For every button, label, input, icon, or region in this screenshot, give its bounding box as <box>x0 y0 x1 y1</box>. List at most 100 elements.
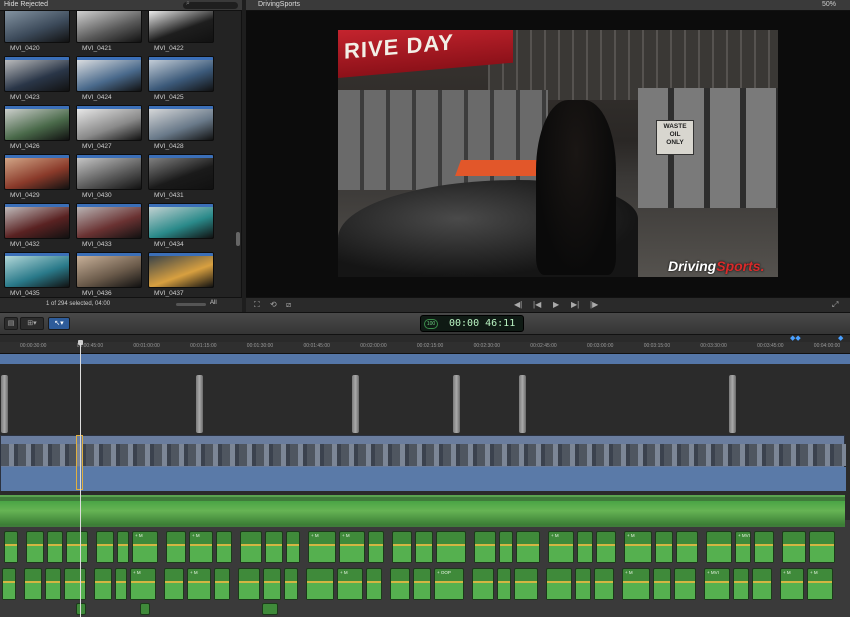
previous-frame-icon[interactable]: |◀ <box>533 300 541 309</box>
fit-icon[interactable]: ⛶ <box>254 300 260 310</box>
audio-clip[interactable] <box>472 568 494 600</box>
music-track[interactable] <box>0 495 845 527</box>
audio-clip[interactable]: + M <box>624 531 652 563</box>
audio-clip[interactable] <box>117 531 129 563</box>
select-tool-button[interactable]: ↖▾ <box>48 317 70 330</box>
clip-thumbnail[interactable]: MVI_0434 <box>148 203 214 248</box>
primary-storyline[interactable] <box>0 435 846 491</box>
clip-thumbnail[interactable]: MVI_0433 <box>76 203 142 248</box>
crop-icon[interactable]: ⧄ <box>286 300 291 310</box>
audio-clip[interactable] <box>577 531 593 563</box>
audio-clip[interactable] <box>284 568 298 600</box>
timeline-ruler[interactable]: 00:00:30:00 00:00:45:00 00:01:00:00 00:01:1… <box>0 342 850 354</box>
clip-thumbnail[interactable]: MVI_0437 <box>148 252 214 297</box>
audio-clip[interactable] <box>94 568 112 600</box>
clip-thumbnail[interactable]: MVI_0431 <box>148 154 214 199</box>
clip-thumbnail[interactable]: MVI_0429 <box>4 154 70 199</box>
audio-clip[interactable] <box>2 568 16 600</box>
audio-skimming-icon[interactable]: ◆◆ <box>790 334 801 342</box>
audio-clip[interactable] <box>674 568 696 600</box>
connected-clip[interactable] <box>1 375 8 433</box>
audio-clip[interactable]: + M <box>189 531 213 563</box>
audio-clip[interactable] <box>164 568 184 600</box>
audio-clip[interactable] <box>546 568 572 600</box>
audio-clip[interactable] <box>4 531 18 563</box>
audio-clip[interactable] <box>752 568 772 600</box>
clip-thumbnail[interactable]: MVI_0422 <box>148 11 214 52</box>
audio-clip[interactable]: + OOP <box>434 568 464 600</box>
clip-thumbnail[interactable]: MVI_0435 <box>4 252 70 297</box>
audio-clip[interactable]: + M <box>132 531 158 563</box>
audio-clip[interactable] <box>594 568 614 600</box>
audio-clip[interactable]: + M <box>337 568 363 600</box>
audio-clip[interactable] <box>497 568 511 600</box>
audio-clip[interactable] <box>262 603 278 615</box>
audio-clip[interactable]: + M <box>187 568 211 600</box>
audio-clip[interactable] <box>415 531 433 563</box>
audio-clip[interactable] <box>286 531 300 563</box>
audio-clip[interactable]: + M <box>807 568 833 600</box>
audio-clip[interactable] <box>26 531 44 563</box>
audio-clip[interactable] <box>706 531 732 563</box>
audio-clip[interactable]: + MVI <box>704 568 730 600</box>
audio-clip[interactable] <box>514 568 538 600</box>
audio-clip[interactable] <box>265 531 283 563</box>
audio-clip[interactable] <box>263 568 281 600</box>
audio-clip[interactable] <box>24 568 42 600</box>
connected-clip[interactable] <box>519 375 526 433</box>
audio-clip[interactable] <box>499 531 513 563</box>
audio-clip[interactable]: + M <box>308 531 336 563</box>
snapping-icon[interactable]: ◆ <box>838 334 843 342</box>
filter-dropdown[interactable]: Hide Rejected <box>4 1 48 8</box>
audio-clip[interactable] <box>115 568 127 600</box>
audio-clip[interactable]: + M <box>622 568 650 600</box>
audio-clip[interactable] <box>366 568 382 600</box>
audio-clip[interactable] <box>596 531 616 563</box>
browser-search-field[interactable]: ⌕ <box>183 0 238 9</box>
audio-clip[interactable] <box>214 568 230 600</box>
audio-clip[interactable] <box>216 531 232 563</box>
audio-clip[interactable] <box>64 568 86 600</box>
next-frame-icon[interactable]: ▶| <box>571 300 579 309</box>
audio-clip[interactable] <box>809 531 835 563</box>
clip-thumbnail[interactable]: MVI_0420 <box>4 11 70 52</box>
connected-clip[interactable] <box>729 375 736 433</box>
connected-clip[interactable] <box>352 375 359 433</box>
audio-clip[interactable] <box>45 568 61 600</box>
audio-clip[interactable] <box>390 568 410 600</box>
connected-clip[interactable] <box>196 375 203 433</box>
duration-all-button[interactable]: All <box>210 300 217 306</box>
audio-clip[interactable] <box>306 568 334 600</box>
audio-clip[interactable] <box>516 531 540 563</box>
audio-clip[interactable]: + M <box>130 568 156 600</box>
audio-clip[interactable] <box>140 603 150 615</box>
playhead[interactable] <box>80 343 81 617</box>
clip-thumbnail[interactable]: MVI_0432 <box>4 203 70 248</box>
audio-clip[interactable] <box>575 568 591 600</box>
audio-clip[interactable] <box>676 531 698 563</box>
clip-thumbnail[interactable]: MVI_0436 <box>76 252 142 297</box>
edit-mode-button[interactable]: ⊞▾ <box>20 317 44 330</box>
audio-clip[interactable] <box>413 568 431 600</box>
play-icon[interactable]: ▶ <box>553 300 559 309</box>
audio-clip[interactable] <box>474 531 496 563</box>
audio-clip[interactable] <box>47 531 63 563</box>
connected-clip[interactable] <box>453 375 460 433</box>
audio-clip[interactable] <box>240 531 262 563</box>
audio-clip[interactable] <box>368 531 384 563</box>
next-edit-icon[interactable]: |▶ <box>590 300 598 309</box>
clip-thumbnail[interactable]: MVI_0424 <box>76 56 142 101</box>
clip-thumbnail[interactable]: MVI_0427 <box>76 105 142 150</box>
audio-clip[interactable] <box>436 531 466 563</box>
audio-clip[interactable] <box>655 531 673 563</box>
audio-clip[interactable] <box>782 531 806 563</box>
previous-edit-icon[interactable]: ◀| <box>514 300 522 309</box>
audio-clip[interactable] <box>653 568 671 600</box>
audio-clip[interactable] <box>238 568 260 600</box>
audio-clip[interactable]: + M <box>780 568 804 600</box>
audio-clip[interactable] <box>96 531 114 563</box>
fullscreen-icon[interactable]: ⤢ <box>832 300 838 310</box>
clip-thumbnail[interactable]: MVI_0421 <box>76 11 142 52</box>
viewer-zoom-menu[interactable]: 50% <box>822 1 836 8</box>
clip-thumbnail[interactable]: MVI_0425 <box>148 56 214 101</box>
